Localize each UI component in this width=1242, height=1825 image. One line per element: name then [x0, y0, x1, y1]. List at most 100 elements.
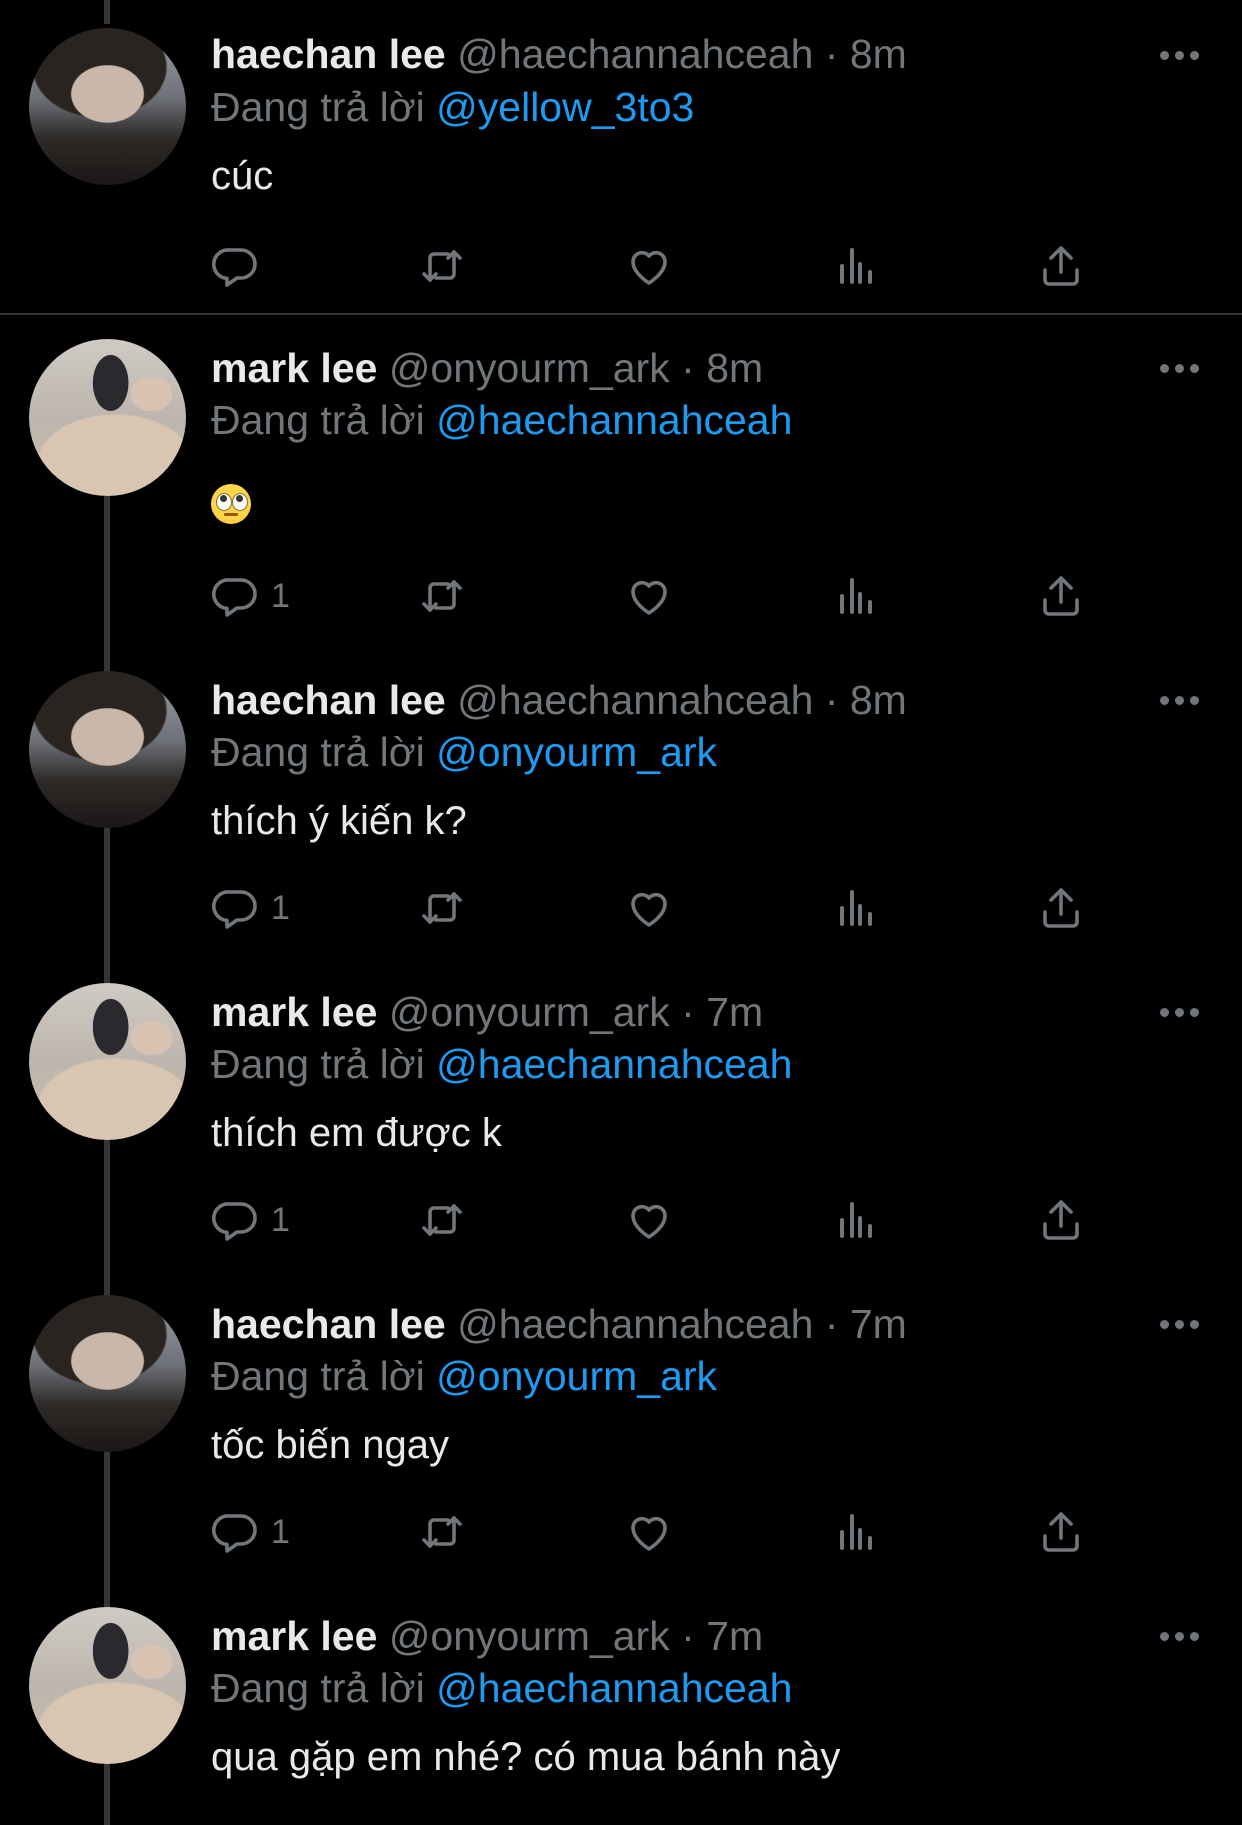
- retweet-button[interactable]: [418, 241, 466, 291]
- views-button[interactable]: [832, 241, 880, 291]
- share-icon: [1043, 888, 1079, 928]
- avatar[interactable]: [29, 671, 186, 828]
- rolling-eyes-emoji-icon: [211, 484, 251, 524]
- display-name[interactable]: mark lee: [211, 989, 377, 1035]
- timestamp[interactable]: 8m: [850, 31, 907, 77]
- views-button[interactable]: [832, 1195, 880, 1245]
- reply-count: 1: [271, 576, 290, 615]
- display-name[interactable]: haechan lee: [211, 1301, 446, 1347]
- reply-count: 1: [271, 1200, 290, 1239]
- timestamp[interactable]: 8m: [850, 677, 907, 723]
- views-icon: [840, 890, 872, 926]
- retweet-button[interactable]: [418, 883, 466, 933]
- reply-button[interactable]: 1: [211, 883, 290, 933]
- share-button[interactable]: [1037, 1507, 1085, 1557]
- mention-link[interactable]: @yellow_3to3: [436, 84, 694, 130]
- more-icon[interactable]: [1160, 51, 1200, 61]
- share-button[interactable]: [1037, 883, 1085, 933]
- avatar[interactable]: [29, 1295, 186, 1452]
- mention-link[interactable]: @onyourm_ark: [436, 1353, 717, 1399]
- share-icon: [1043, 246, 1079, 286]
- mention-link[interactable]: @onyourm_ark: [436, 729, 717, 775]
- more-icon[interactable]: [1160, 1632, 1200, 1642]
- more-icon[interactable]: [1160, 1008, 1200, 1018]
- views-icon: [840, 1202, 872, 1238]
- like-icon: [631, 250, 667, 285]
- tweet-text: thích ý kiến k?: [211, 799, 467, 843]
- like-button[interactable]: [625, 241, 673, 291]
- like-icon: [631, 1516, 667, 1551]
- mention-link[interactable]: @haechannahceah: [436, 1665, 792, 1711]
- avatar[interactable]: [29, 28, 186, 185]
- tweet-actions: 1: [0, 571, 1242, 621]
- avatar[interactable]: [29, 983, 186, 1140]
- handle[interactable]: @haechannahceah: [457, 31, 813, 77]
- reply-button[interactable]: 1: [211, 1507, 290, 1557]
- handle[interactable]: @haechannahceah: [457, 1301, 813, 1347]
- display-name[interactable]: haechan lee: [211, 677, 446, 723]
- reply-button[interactable]: 1: [211, 571, 290, 621]
- retweet-button[interactable]: [418, 1507, 466, 1557]
- tweet[interactable]: haechan lee @haechannahceah · 8m Đang tr…: [0, 671, 1242, 961]
- tweet-actions: 1: [0, 1195, 1242, 1245]
- reply-count: 1: [271, 1512, 290, 1551]
- views-button[interactable]: [832, 883, 880, 933]
- replying-to-label: Đang trả lời: [211, 729, 425, 775]
- retweet-icon: [422, 1204, 462, 1236]
- reply-icon: [211, 1202, 257, 1241]
- replying-to-label: Đang trả lời: [211, 1041, 425, 1087]
- handle[interactable]: @onyourm_ark: [389, 989, 670, 1035]
- tweet-text: tốc biến ngay: [211, 1423, 449, 1467]
- timestamp[interactable]: 7m: [706, 1613, 763, 1659]
- share-icon: [1043, 1200, 1079, 1240]
- more-icon[interactable]: [1160, 696, 1200, 706]
- views-icon: [840, 578, 872, 614]
- mention-link[interactable]: @haechannahceah: [436, 397, 792, 443]
- reply-icon: [211, 1514, 257, 1553]
- like-button[interactable]: [625, 571, 673, 621]
- tweet-header: haechan lee @haechannahceah · 7m: [211, 1298, 907, 1350]
- share-button[interactable]: [1037, 571, 1085, 621]
- avatar[interactable]: [29, 1607, 186, 1764]
- share-icon: [1043, 576, 1079, 616]
- views-button[interactable]: [832, 1507, 880, 1557]
- handle[interactable]: @haechannahceah: [457, 677, 813, 723]
- tweet[interactable]: mark lee @onyourm_ark · 7m Đang trả lời …: [0, 983, 1242, 1273]
- more-icon[interactable]: [1160, 364, 1200, 374]
- replying-to-label: Đang trả lời: [211, 84, 425, 130]
- handle[interactable]: @onyourm_ark: [389, 345, 670, 391]
- share-button[interactable]: [1037, 1195, 1085, 1245]
- like-button[interactable]: [625, 1195, 673, 1245]
- like-button[interactable]: [625, 1507, 673, 1557]
- timestamp[interactable]: 7m: [850, 1301, 907, 1347]
- like-button[interactable]: [625, 883, 673, 933]
- mention-link[interactable]: @haechannahceah: [436, 1041, 792, 1087]
- display-name[interactable]: haechan lee: [211, 31, 446, 77]
- tweet[interactable]: mark lee @onyourm_ark · 8m Đang trả lời …: [0, 339, 1242, 639]
- separator: ·: [824, 31, 839, 77]
- tweet-actions: 1: [0, 883, 1242, 933]
- display-name[interactable]: mark lee: [211, 1613, 377, 1659]
- more-icon[interactable]: [1160, 1320, 1200, 1330]
- reply-count: 1: [271, 888, 290, 927]
- reply-button[interactable]: [211, 241, 271, 291]
- replying-to: Đang trả lời @yellow_3to3: [211, 81, 694, 133]
- tweet[interactable]: mark lee @onyourm_ark · 7m Đang trả lời …: [0, 1607, 1242, 1825]
- timestamp[interactable]: 7m: [706, 989, 763, 1035]
- tweet[interactable]: haechan lee @haechannahceah · 7m Đang tr…: [0, 1295, 1242, 1585]
- tweet-header: haechan lee @haechannahceah · 8m: [211, 674, 907, 726]
- retweet-button[interactable]: [418, 571, 466, 621]
- reply-button[interactable]: 1: [211, 1195, 290, 1245]
- handle[interactable]: @onyourm_ark: [389, 1613, 670, 1659]
- tweet-text: cúc: [211, 154, 274, 198]
- like-icon: [631, 892, 667, 927]
- share-button[interactable]: [1037, 241, 1085, 291]
- avatar[interactable]: [29, 339, 186, 496]
- retweet-button[interactable]: [418, 1195, 466, 1245]
- tweet-header: mark lee @onyourm_ark · 7m: [211, 1610, 763, 1662]
- tweet[interactable]: haechan lee @haechannahceah · 8m Đang tr…: [0, 0, 1242, 314]
- timestamp[interactable]: 8m: [706, 345, 763, 391]
- replying-to-label: Đang trả lời: [211, 397, 425, 443]
- display-name[interactable]: mark lee: [211, 345, 377, 391]
- views-button[interactable]: [832, 571, 880, 621]
